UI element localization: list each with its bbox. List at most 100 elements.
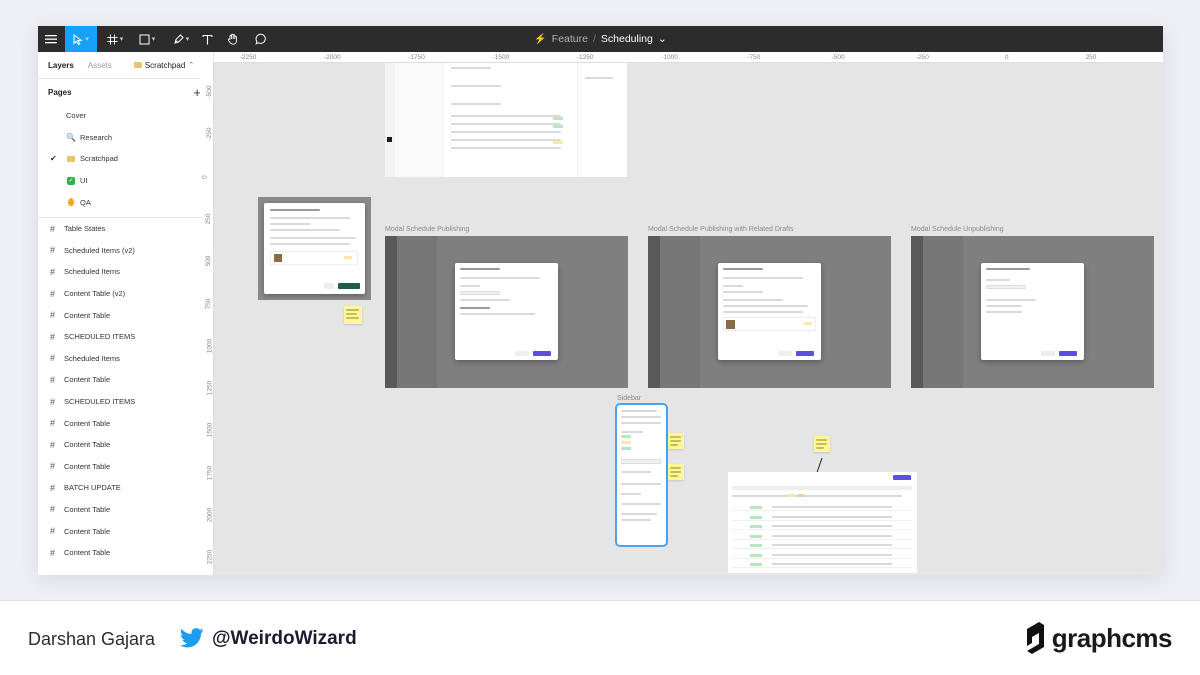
frame-content-table-top[interactable] (385, 63, 627, 177)
layer-item[interactable]: # Scheduled Items (38, 348, 213, 370)
frame-icon: # (50, 374, 56, 385)
page-item[interactable]: ✔ Scratchpad (38, 148, 213, 170)
frame-icon: # (50, 504, 56, 515)
layer-item-label: Table States (64, 224, 106, 234)
mock-nav (395, 63, 443, 177)
mock-table-row (732, 514, 912, 521)
pages-list: Cover 🔍 Research ✔ Scratchpad ✓ UI QA (38, 105, 213, 213)
frame-icon: # (50, 461, 56, 472)
ruler-horizontal: -2250 -2000 -1750 -1500 -1250 -1000 -750 -500 -2… (214, 52, 1163, 63)
layer-item[interactable]: # Table States (38, 218, 213, 240)
layer-item[interactable]: # Scheduled Items (38, 261, 213, 283)
notepad-icon (133, 62, 142, 68)
sticky-note[interactable] (668, 464, 684, 480)
frame-sidebar[interactable] (615, 403, 668, 547)
page-item[interactable]: Cover (38, 105, 213, 127)
page-item[interactable]: 🔍 Research (38, 127, 213, 149)
layer-item-label: SCHEDULED ITEMS (64, 397, 136, 407)
toolbar: ▾ ▾ ▾ ▾ ⚡ Feature / Scheduling ⌄ (38, 26, 1163, 52)
panel-tabs: Layers Assets Scratchpad ⌃ (38, 52, 213, 79)
layer-item[interactable]: # BATCH UPDATE (38, 477, 213, 499)
layer-item[interactable]: # SCHEDULED ITEMS (38, 391, 213, 413)
project-name[interactable]: Feature (552, 33, 588, 45)
hamburger-icon (45, 35, 57, 44)
sticky-note[interactable] (344, 306, 362, 324)
pen-tool-button[interactable]: ▾ (168, 26, 194, 52)
comment-tool-button[interactable] (250, 26, 272, 52)
frame-modal-schedule-publishing[interactable] (385, 236, 628, 388)
layer-item[interactable]: # Content Table (38, 434, 213, 456)
layer-item-label: Content Table (64, 504, 111, 514)
file-menu-chevron-icon[interactable]: ⌄ (658, 33, 667, 45)
mock-table-row (732, 523, 912, 530)
rectangle-icon (139, 34, 150, 44)
canvas[interactable]: Modal Schedule Publishing Modal Schedule… (214, 63, 1163, 575)
layer-item[interactable]: # Content Table (38, 412, 213, 434)
main-menu-button[interactable] (38, 26, 64, 52)
shape-tool-button[interactable]: ▾ (134, 26, 160, 52)
lightning-icon: ⚡ (534, 33, 547, 45)
page-item-label: QA (80, 197, 91, 207)
ruler-tick-label: -2000 (323, 54, 341, 61)
layer-item[interactable]: # Content Table (38, 520, 213, 542)
ruler-tick-label: -250 (915, 54, 929, 61)
tab-assets[interactable]: Assets (88, 61, 112, 70)
frame-tool-button[interactable]: ▾ (102, 26, 128, 52)
frame-icon: # (50, 526, 56, 537)
mock-table-row (732, 552, 912, 559)
page-item-label: Cover (66, 111, 87, 121)
layer-item[interactable]: # Content Table (38, 542, 213, 564)
text-tool-button[interactable] (196, 26, 218, 52)
ruler-tick-label: -1750 (408, 54, 425, 61)
pages-heading: Pages (48, 87, 72, 97)
tab-layers[interactable]: Layers (48, 61, 74, 70)
layers-list: # Table States # Scheduled Items (v2) # Sched… (38, 218, 213, 564)
twitter-handle[interactable]: @WeirdoWizard (212, 628, 357, 650)
ruler-tick-label: -500 (206, 85, 214, 99)
mock-table-row (732, 504, 912, 511)
sticky-note[interactable] (814, 436, 830, 452)
frame-title[interactable]: Modal Schedule Unpublishing (911, 226, 1004, 233)
frame-save-publish[interactable] (258, 197, 371, 300)
frame-content-table[interactable] (728, 472, 917, 573)
layer-item[interactable]: # Content Table (38, 304, 213, 326)
mock-logo (387, 137, 392, 142)
pen-icon (174, 33, 184, 44)
page-selector-label: Scratchpad (144, 60, 186, 70)
layer-item[interactable]: # Content Table (v2) (38, 283, 213, 305)
sticky-note[interactable] (668, 433, 684, 449)
ruler-tick-label: -250 (206, 127, 214, 141)
layer-item[interactable]: # Content Table (38, 456, 213, 478)
graphcms-logo-icon (1026, 622, 1044, 654)
page-selector[interactable]: Scratchpad ⌃ (133, 60, 194, 70)
hand-icon (227, 33, 237, 45)
frame-title[interactable]: Modal Schedule Publishing (385, 226, 469, 233)
hand-tool-button[interactable] (222, 26, 244, 52)
frame-icon: # (50, 266, 56, 277)
schedule-publishing-modal (455, 263, 558, 360)
layer-item[interactable]: # Scheduled Items (v2) (38, 240, 213, 262)
layer-item[interactable]: # SCHEDULED ITEMS (38, 326, 213, 348)
layer-item-label: Content Table (64, 526, 111, 536)
ruler-tick-label: -750 (747, 54, 761, 61)
figma-window: ▾ ▾ ▾ ▾ ⚡ Feature / Scheduling ⌄ Layers … (38, 26, 1163, 575)
frame-icon: # (50, 331, 56, 342)
page-item-label: Scratchpad (80, 154, 118, 164)
ruler-tick-label: 2250 (206, 550, 214, 565)
frame-modal-related-drafts[interactable] (648, 236, 891, 388)
frame-icon: # (50, 223, 56, 234)
frame-title[interactable]: Sidebar (617, 395, 641, 402)
chevron-down-icon: ▾ (119, 36, 124, 43)
file-name[interactable]: Scheduling (601, 33, 653, 45)
layer-item[interactable]: # Content Table (38, 499, 213, 521)
layer-item[interactable]: # Content Table (38, 369, 213, 391)
layer-item-label: Content Table (64, 440, 111, 450)
ruler-tick-label: -1250 (576, 54, 594, 61)
page-item[interactable]: ✓ UI (38, 170, 213, 192)
move-tool-button[interactable]: ▾ (65, 26, 97, 52)
page-item[interactable]: QA (38, 191, 213, 213)
text-t-icon (201, 34, 213, 44)
frame-title[interactable]: Modal Schedule Publishing with Related D… (648, 226, 794, 233)
ruler-tick-label: 1000 (206, 338, 214, 354)
frame-modal-schedule-unpublishing[interactable] (911, 236, 1154, 388)
